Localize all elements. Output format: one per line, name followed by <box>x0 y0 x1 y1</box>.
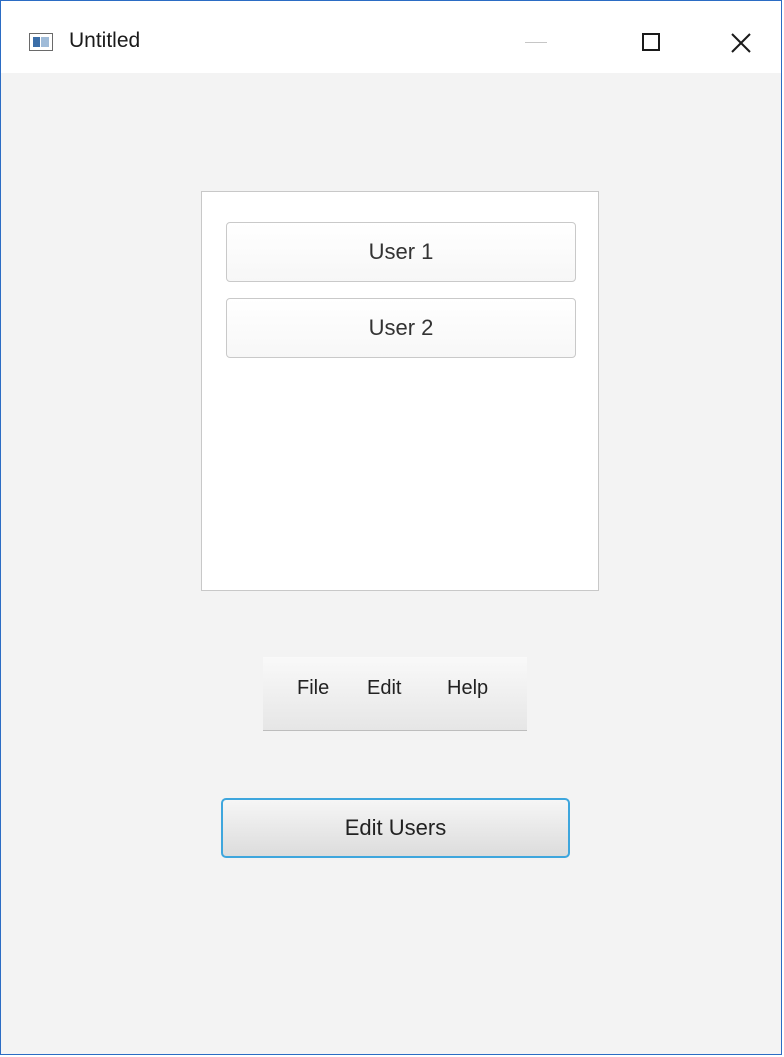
close-icon <box>731 33 751 53</box>
title-bar[interactable]: Untitled <box>1 1 781 73</box>
minimize-button[interactable] <box>507 15 567 69</box>
app-icon <box>29 33 53 51</box>
user-list[interactable]: User 1 User 2 <box>201 191 599 591</box>
menu-help[interactable]: Help <box>443 675 492 702</box>
app-window: Untitled User 1 User 2 File Edit Help Ed… <box>0 0 782 1055</box>
list-item-user-2[interactable]: User 2 <box>226 298 576 358</box>
maximize-icon <box>642 33 660 51</box>
app-icon-pane-light <box>41 37 49 47</box>
maximize-button[interactable] <box>621 15 681 69</box>
menu-file[interactable]: File <box>293 675 333 702</box>
menu-edit[interactable]: Edit <box>363 675 405 702</box>
list-item-user-1[interactable]: User 1 <box>226 222 576 282</box>
minimize-icon <box>525 42 547 43</box>
menu-bar: File Edit Help <box>263 657 527 731</box>
window-title: Untitled <box>69 29 141 52</box>
close-button[interactable] <box>711 15 771 69</box>
edit-users-button[interactable]: Edit Users <box>221 798 570 858</box>
app-icon-pane-dark <box>33 37 40 47</box>
